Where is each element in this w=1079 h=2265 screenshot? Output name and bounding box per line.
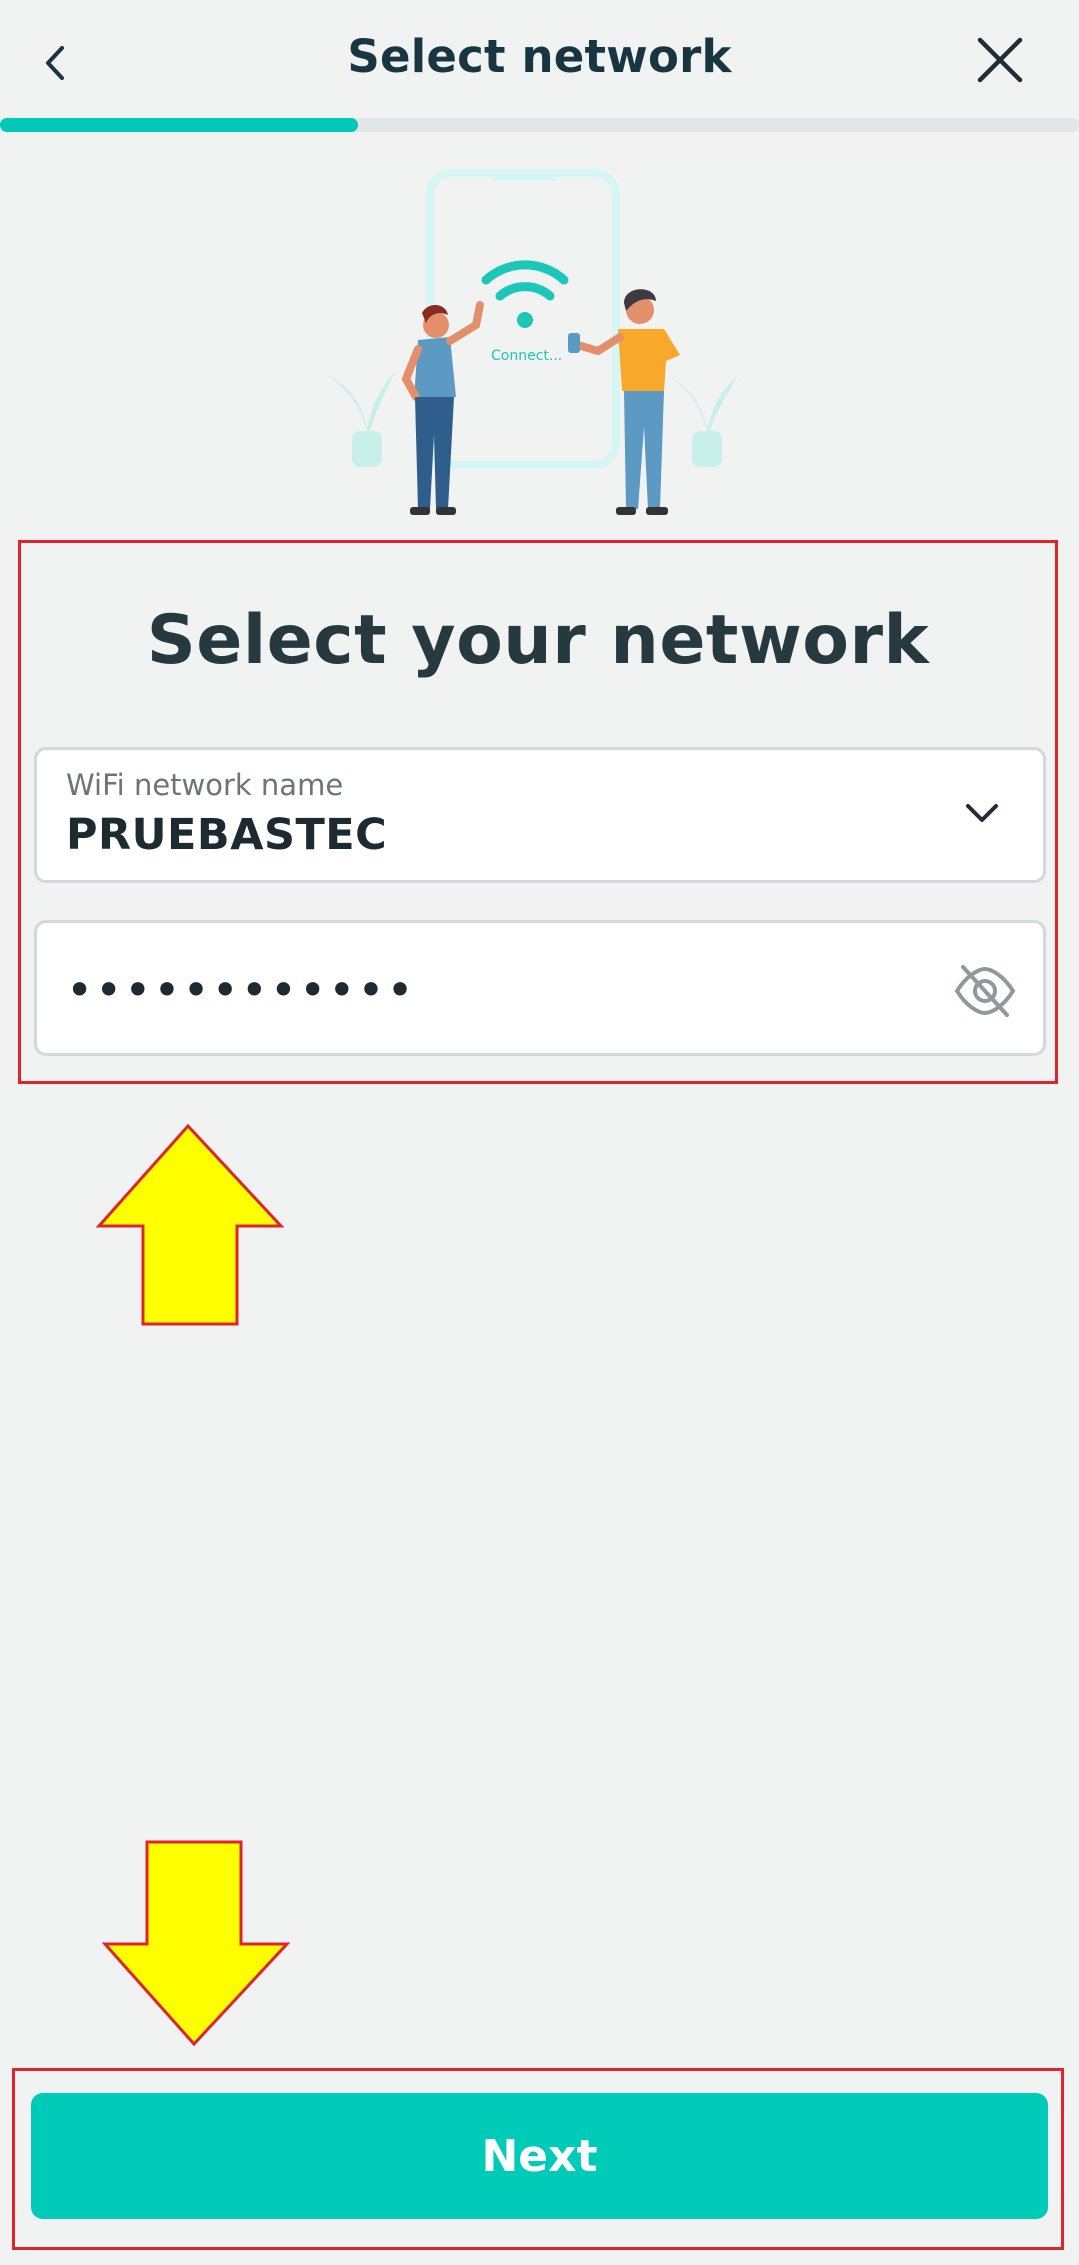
progress-bar: [0, 118, 1079, 134]
progress-step-2: [358, 118, 536, 132]
close-icon: [977, 37, 1023, 83]
close-button[interactable]: [968, 26, 1034, 96]
progress-step-4: [718, 118, 896, 132]
password-field[interactable]: ••••••••••••: [34, 920, 1046, 1056]
annotation-arrow-down-icon: [101, 1840, 291, 2047]
password-value[interactable]: ••••••••••••: [66, 963, 416, 1017]
network-form-card: Select your network WiFi network name PR…: [18, 540, 1058, 1084]
progress-step-1: [0, 118, 358, 132]
form-heading: Select your network: [146, 601, 930, 680]
wifi-network-value: PRUEBASTEC: [66, 810, 388, 860]
chevron-down-icon: [966, 804, 998, 822]
illustration-caption: Connect...: [491, 348, 562, 364]
dropdown-toggle[interactable]: [962, 798, 1002, 828]
illustration-graphic: Connect...: [328, 169, 738, 515]
next-button[interactable]: Next: [31, 2093, 1048, 2219]
progress-step-5: [898, 118, 1079, 132]
eye-off-icon: [954, 965, 1016, 1017]
header: Select network: [0, 0, 1079, 120]
progress-step-3: [538, 118, 716, 132]
annotation-arrow-up-icon: [95, 1123, 285, 1326]
wifi-network-select[interactable]: WiFi network name PRUEBASTEC: [34, 747, 1046, 883]
toggle-password-visibility[interactable]: [953, 961, 1017, 1021]
page-title: Select network: [347, 30, 732, 83]
wifi-network-label: WiFi network name: [66, 768, 344, 802]
connect-illustration: Connect...: [318, 165, 758, 535]
